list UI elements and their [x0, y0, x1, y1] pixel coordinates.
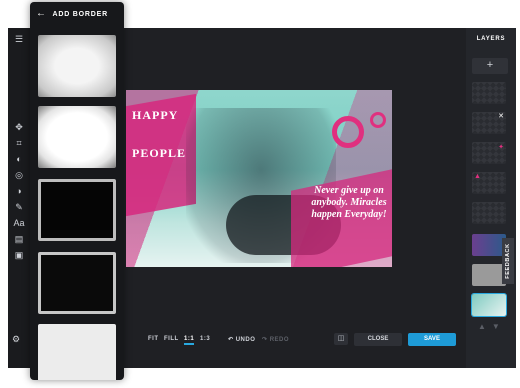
text-icon[interactable]: Aa — [8, 216, 30, 230]
menu-icon[interactable]: ☰ — [8, 32, 30, 46]
layer-item-active[interactable] — [472, 294, 506, 316]
save-button[interactable]: SAVE — [408, 333, 456, 346]
layer-item[interactable]: ▲ — [472, 172, 506, 194]
layer-item[interactable] — [472, 264, 506, 286]
crop-icon[interactable]: ⌗ — [8, 136, 30, 150]
border-option-black-rough[interactable] — [38, 179, 116, 241]
border-option-grunge[interactable] — [38, 35, 116, 97]
feedback-label: FEEDBACK — [505, 243, 511, 279]
layer-item[interactable] — [472, 202, 506, 224]
quote-text: Never give up on anybody. Miracles happe… — [311, 185, 387, 220]
magenta-mark-icon: ▲ — [474, 173, 481, 180]
layers-title: LAYERS — [476, 36, 506, 42]
filter-icon[interactable]: ◎ — [8, 168, 30, 182]
undo-button[interactable]: ↶ UNDO — [228, 336, 255, 343]
close-icon[interactable]: ✕ — [498, 112, 504, 120]
layer-item[interactable]: ✕ — [472, 112, 506, 134]
image-canvas[interactable]: HAPPY PEOPLE Never give up on anybody. M… — [126, 90, 392, 267]
tool-sidebar: ☰ ✥ ⌗ ◐ ◎ ◑ ✎ Aa ▤ ▣ — [8, 28, 31, 368]
redo-label: REDO — [269, 337, 290, 343]
zoom-fill[interactable]: FILL — [164, 336, 179, 342]
border-option-light[interactable] — [38, 324, 116, 380]
add-border-panel: ← ADD BORDER — [30, 2, 124, 380]
add-layer-button[interactable]: + — [472, 58, 508, 74]
ring-graphic-large — [332, 116, 364, 148]
redo-button[interactable]: ↷ REDO — [262, 336, 289, 343]
ring-graphic-small — [370, 112, 386, 128]
layer-item[interactable]: ✦ — [472, 142, 506, 164]
settings-icon[interactable]: ⚙ — [12, 334, 20, 345]
magenta-mark-icon: ✦ — [498, 144, 504, 151]
arrow-left-icon[interactable]: ← — [36, 2, 50, 26]
people-text: PEOPLE — [132, 146, 187, 160]
brush-icon[interactable]: ✎ — [8, 200, 30, 214]
panel-title: ADD BORDER — [52, 11, 108, 18]
move-icon[interactable]: ✥ — [8, 120, 30, 134]
border-option-white-rough[interactable] — [38, 106, 116, 168]
bottom-bar: FIT FILL 1:1 1:3 ↶ UNDO ↷ REDO ◫ CLOSE S… — [126, 332, 460, 350]
compare-icon[interactable]: ◫ — [334, 333, 348, 345]
layer-reorder-arrows[interactable]: ▲▼ — [478, 322, 506, 331]
zoom-1-1[interactable]: 1:1 — [184, 336, 195, 345]
close-button[interactable]: CLOSE — [354, 333, 402, 346]
happy-text: HAPPY — [132, 108, 179, 122]
contrast-icon[interactable]: ◑ — [8, 184, 30, 198]
border-option-black-clean[interactable] — [38, 252, 116, 314]
feedback-tab[interactable]: FEEDBACK — [502, 238, 514, 284]
layers-panel: LAYERS + ✕ ✦ ▲ — [466, 28, 516, 368]
zoom-fit[interactable]: FIT — [148, 336, 159, 342]
undo-label: UNDO — [235, 337, 256, 343]
image-icon[interactable]: ▣ — [8, 248, 30, 262]
panel-header: ← ADD BORDER — [30, 2, 124, 26]
adjust-icon[interactable]: ◐ — [8, 152, 30, 166]
layers-icon[interactable]: ▤ — [8, 232, 30, 246]
layer-item[interactable] — [472, 234, 506, 256]
layer-item[interactable] — [472, 82, 506, 104]
zoom-1-3[interactable]: 1:3 — [200, 336, 210, 342]
